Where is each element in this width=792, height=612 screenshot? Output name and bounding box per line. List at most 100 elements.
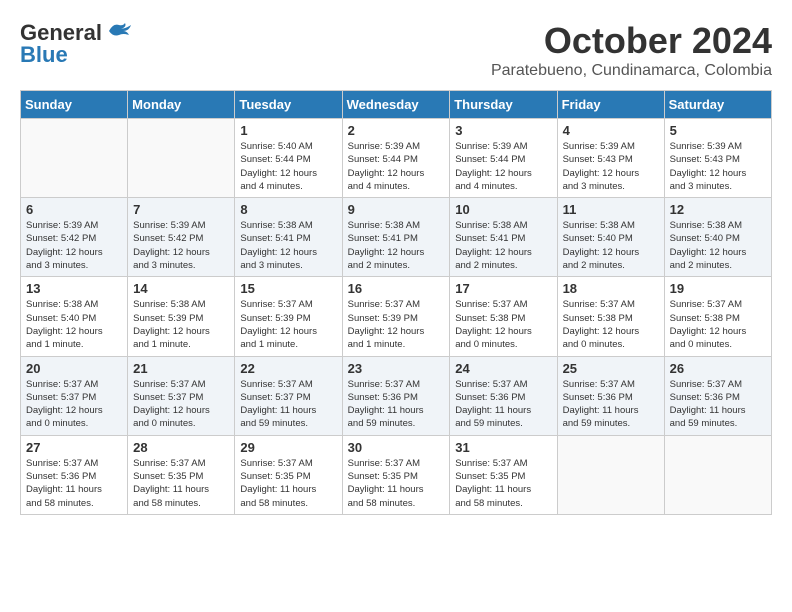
table-row: 2 Sunrise: 5:39 AM Sunset: 5:44 PM Daylig… <box>342 119 450 198</box>
day-info: Sunrise: 5:37 AM Sunset: 5:37 PM Dayligh… <box>26 378 122 431</box>
day-info: Sunrise: 5:40 AM Sunset: 5:44 PM Dayligh… <box>240 140 336 193</box>
day-info: Sunrise: 5:37 AM Sunset: 5:35 PM Dayligh… <box>348 457 445 510</box>
day-info: Sunrise: 5:37 AM Sunset: 5:36 PM Dayligh… <box>455 378 551 431</box>
month-title: October 2024 <box>491 20 772 62</box>
table-row <box>557 435 664 514</box>
table-row: 27Sunrise: 5:37 AM Sunset: 5:36 PM Dayli… <box>21 435 128 514</box>
table-row <box>664 435 771 514</box>
day-info: Sunrise: 5:39 AM Sunset: 5:43 PM Dayligh… <box>563 140 659 193</box>
day-info: Sunrise: 5:38 AM Sunset: 5:40 PM Dayligh… <box>26 298 122 351</box>
table-row: 17 Sunrise: 5:37 AM Sunset: 5:38 PM Dayli… <box>450 277 557 356</box>
table-row: 29 Sunrise: 5:37 AM Sunset: 5:35 PM Dayli… <box>235 435 342 514</box>
day-info: Sunrise: 5:38 AM Sunset: 5:40 PM Dayligh… <box>563 219 659 272</box>
day-info: Sunrise: 5:37 AM Sunset: 5:35 PM Dayligh… <box>455 457 551 510</box>
table-row: 8Sunrise: 5:38 AM Sunset: 5:41 PM Daylig… <box>235 198 342 277</box>
day-info: Sunrise: 5:37 AM Sunset: 5:39 PM Dayligh… <box>240 298 336 351</box>
table-row: 3 Sunrise: 5:39 AM Sunset: 5:44 PM Daylig… <box>450 119 557 198</box>
calendar-week-row: 1 Sunrise: 5:40 AM Sunset: 5:44 PM Daylig… <box>21 119 772 198</box>
table-row: 11 Sunrise: 5:38 AM Sunset: 5:40 PM Dayli… <box>557 198 664 277</box>
day-number: 4 <box>563 123 659 138</box>
day-number: 12 <box>670 202 766 217</box>
calendar-week-row: 13 Sunrise: 5:38 AM Sunset: 5:40 PM Dayli… <box>21 277 772 356</box>
day-number: 14 <box>133 281 229 296</box>
day-number: 17 <box>455 281 551 296</box>
calendar-week-row: 20 Sunrise: 5:37 AM Sunset: 5:37 PM Dayli… <box>21 356 772 435</box>
table-row: 7 Sunrise: 5:39 AM Sunset: 5:42 PM Daylig… <box>128 198 235 277</box>
table-row: 4 Sunrise: 5:39 AM Sunset: 5:43 PM Daylig… <box>557 119 664 198</box>
day-info: Sunrise: 5:37 AM Sunset: 5:38 PM Dayligh… <box>563 298 659 351</box>
day-info: Sunrise: 5:37 AM Sunset: 5:37 PM Dayligh… <box>133 378 229 431</box>
table-row: 20 Sunrise: 5:37 AM Sunset: 5:37 PM Dayli… <box>21 356 128 435</box>
table-row: 9 Sunrise: 5:38 AM Sunset: 5:41 PM Daylig… <box>342 198 450 277</box>
day-number: 1 <box>240 123 336 138</box>
table-row: 25Sunrise: 5:37 AM Sunset: 5:36 PM Dayli… <box>557 356 664 435</box>
day-number: 23 <box>348 361 445 376</box>
day-info: Sunrise: 5:38 AM Sunset: 5:40 PM Dayligh… <box>670 219 766 272</box>
table-row: 31 Sunrise: 5:37 AM Sunset: 5:35 PM Dayli… <box>450 435 557 514</box>
day-number: 29 <box>240 440 336 455</box>
col-sunday: Sunday <box>21 91 128 119</box>
day-info: Sunrise: 5:39 AM Sunset: 5:44 PM Dayligh… <box>348 140 445 193</box>
table-row: 30 Sunrise: 5:37 AM Sunset: 5:35 PM Dayli… <box>342 435 450 514</box>
day-number: 7 <box>133 202 229 217</box>
table-row: 6 Sunrise: 5:39 AM Sunset: 5:42 PM Daylig… <box>21 198 128 277</box>
day-number: 13 <box>26 281 122 296</box>
day-info: Sunrise: 5:37 AM Sunset: 5:35 PM Dayligh… <box>240 457 336 510</box>
day-number: 20 <box>26 361 122 376</box>
day-number: 6 <box>26 202 122 217</box>
calendar-week-row: 6 Sunrise: 5:39 AM Sunset: 5:42 PM Daylig… <box>21 198 772 277</box>
day-number: 3 <box>455 123 551 138</box>
table-row <box>128 119 235 198</box>
table-row: 16 Sunrise: 5:37 AM Sunset: 5:39 PM Dayli… <box>342 277 450 356</box>
day-number: 21 <box>133 361 229 376</box>
logo-blue: Blue <box>20 42 68 68</box>
day-info: Sunrise: 5:37 AM Sunset: 5:39 PM Dayligh… <box>348 298 445 351</box>
table-row: 10 Sunrise: 5:38 AM Sunset: 5:41 PM Dayli… <box>450 198 557 277</box>
table-row: 28 Sunrise: 5:37 AM Sunset: 5:35 PM Dayli… <box>128 435 235 514</box>
day-number: 30 <box>348 440 445 455</box>
day-number: 28 <box>133 440 229 455</box>
day-number: 16 <box>348 281 445 296</box>
logo-bird-icon <box>105 21 133 41</box>
table-row: 23 Sunrise: 5:37 AM Sunset: 5:36 PM Dayli… <box>342 356 450 435</box>
table-row: 24 Sunrise: 5:37 AM Sunset: 5:36 PM Dayli… <box>450 356 557 435</box>
calendar-table: Sunday Monday Tuesday Wednesday Thursday… <box>20 90 772 515</box>
day-number: 10 <box>455 202 551 217</box>
table-row: 19 Sunrise: 5:37 AM Sunset: 5:38 PM Dayli… <box>664 277 771 356</box>
day-info: Sunrise: 5:37 AM Sunset: 5:38 PM Dayligh… <box>670 298 766 351</box>
table-row: 14 Sunrise: 5:38 AM Sunset: 5:39 PM Dayli… <box>128 277 235 356</box>
day-number: 19 <box>670 281 766 296</box>
day-info: Sunrise: 5:37 AM Sunset: 5:36 PM Dayligh… <box>348 378 445 431</box>
day-number: 5 <box>670 123 766 138</box>
day-number: 22 <box>240 361 336 376</box>
day-info: Sunrise: 5:37 AM Sunset: 5:37 PM Dayligh… <box>240 378 336 431</box>
table-row: 18Sunrise: 5:37 AM Sunset: 5:38 PM Dayli… <box>557 277 664 356</box>
day-info: Sunrise: 5:38 AM Sunset: 5:41 PM Dayligh… <box>455 219 551 272</box>
day-number: 11 <box>563 202 659 217</box>
day-info: Sunrise: 5:38 AM Sunset: 5:41 PM Dayligh… <box>348 219 445 272</box>
calendar-week-row: 27Sunrise: 5:37 AM Sunset: 5:36 PM Dayli… <box>21 435 772 514</box>
calendar-header-row: Sunday Monday Tuesday Wednesday Thursday… <box>21 91 772 119</box>
day-number: 31 <box>455 440 551 455</box>
day-info: Sunrise: 5:39 AM Sunset: 5:43 PM Dayligh… <box>670 140 766 193</box>
title-block: October 2024 Paratebueno, Cundinamarca, … <box>491 20 772 80</box>
day-number: 24 <box>455 361 551 376</box>
day-info: Sunrise: 5:38 AM Sunset: 5:41 PM Dayligh… <box>240 219 336 272</box>
day-info: Sunrise: 5:37 AM Sunset: 5:38 PM Dayligh… <box>455 298 551 351</box>
day-info: Sunrise: 5:39 AM Sunset: 5:42 PM Dayligh… <box>26 219 122 272</box>
day-number: 9 <box>348 202 445 217</box>
day-info: Sunrise: 5:37 AM Sunset: 5:35 PM Dayligh… <box>133 457 229 510</box>
day-info: Sunrise: 5:37 AM Sunset: 5:36 PM Dayligh… <box>670 378 766 431</box>
day-info: Sunrise: 5:37 AM Sunset: 5:36 PM Dayligh… <box>26 457 122 510</box>
day-info: Sunrise: 5:38 AM Sunset: 5:39 PM Dayligh… <box>133 298 229 351</box>
day-number: 25 <box>563 361 659 376</box>
logo: General Blue <box>20 20 133 68</box>
day-number: 2 <box>348 123 445 138</box>
col-tuesday: Tuesday <box>235 91 342 119</box>
col-monday: Monday <box>128 91 235 119</box>
day-info: Sunrise: 5:39 AM Sunset: 5:42 PM Dayligh… <box>133 219 229 272</box>
table-row: 12 Sunrise: 5:38 AM Sunset: 5:40 PM Dayli… <box>664 198 771 277</box>
table-row: 15 Sunrise: 5:37 AM Sunset: 5:39 PM Dayli… <box>235 277 342 356</box>
day-info: Sunrise: 5:39 AM Sunset: 5:44 PM Dayligh… <box>455 140 551 193</box>
day-number: 15 <box>240 281 336 296</box>
